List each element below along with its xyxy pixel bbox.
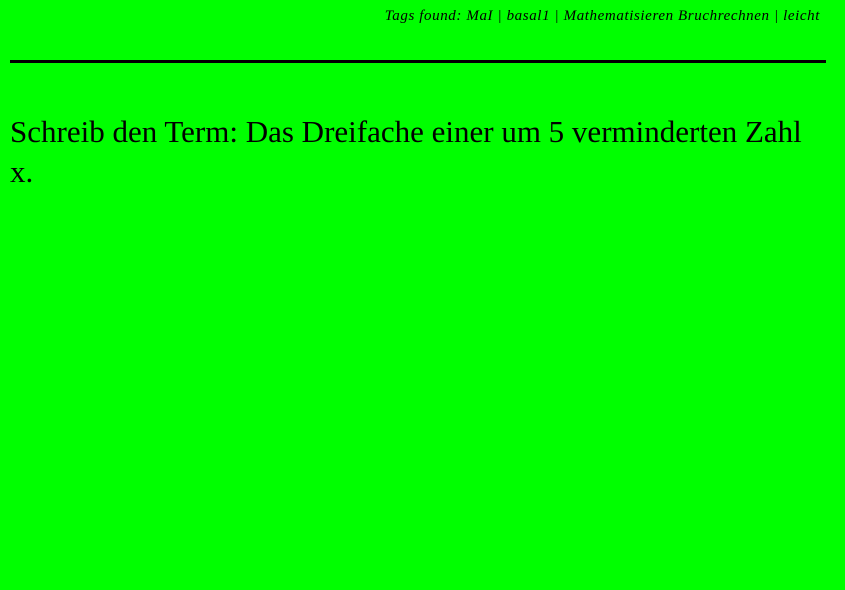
divider-rule [10,60,826,63]
tags-line: Tags found: MaI | basal1 | Mathematisier… [384,8,820,24]
question-text: Schreib den Term: Das Dreifache einer um… [10,114,802,189]
